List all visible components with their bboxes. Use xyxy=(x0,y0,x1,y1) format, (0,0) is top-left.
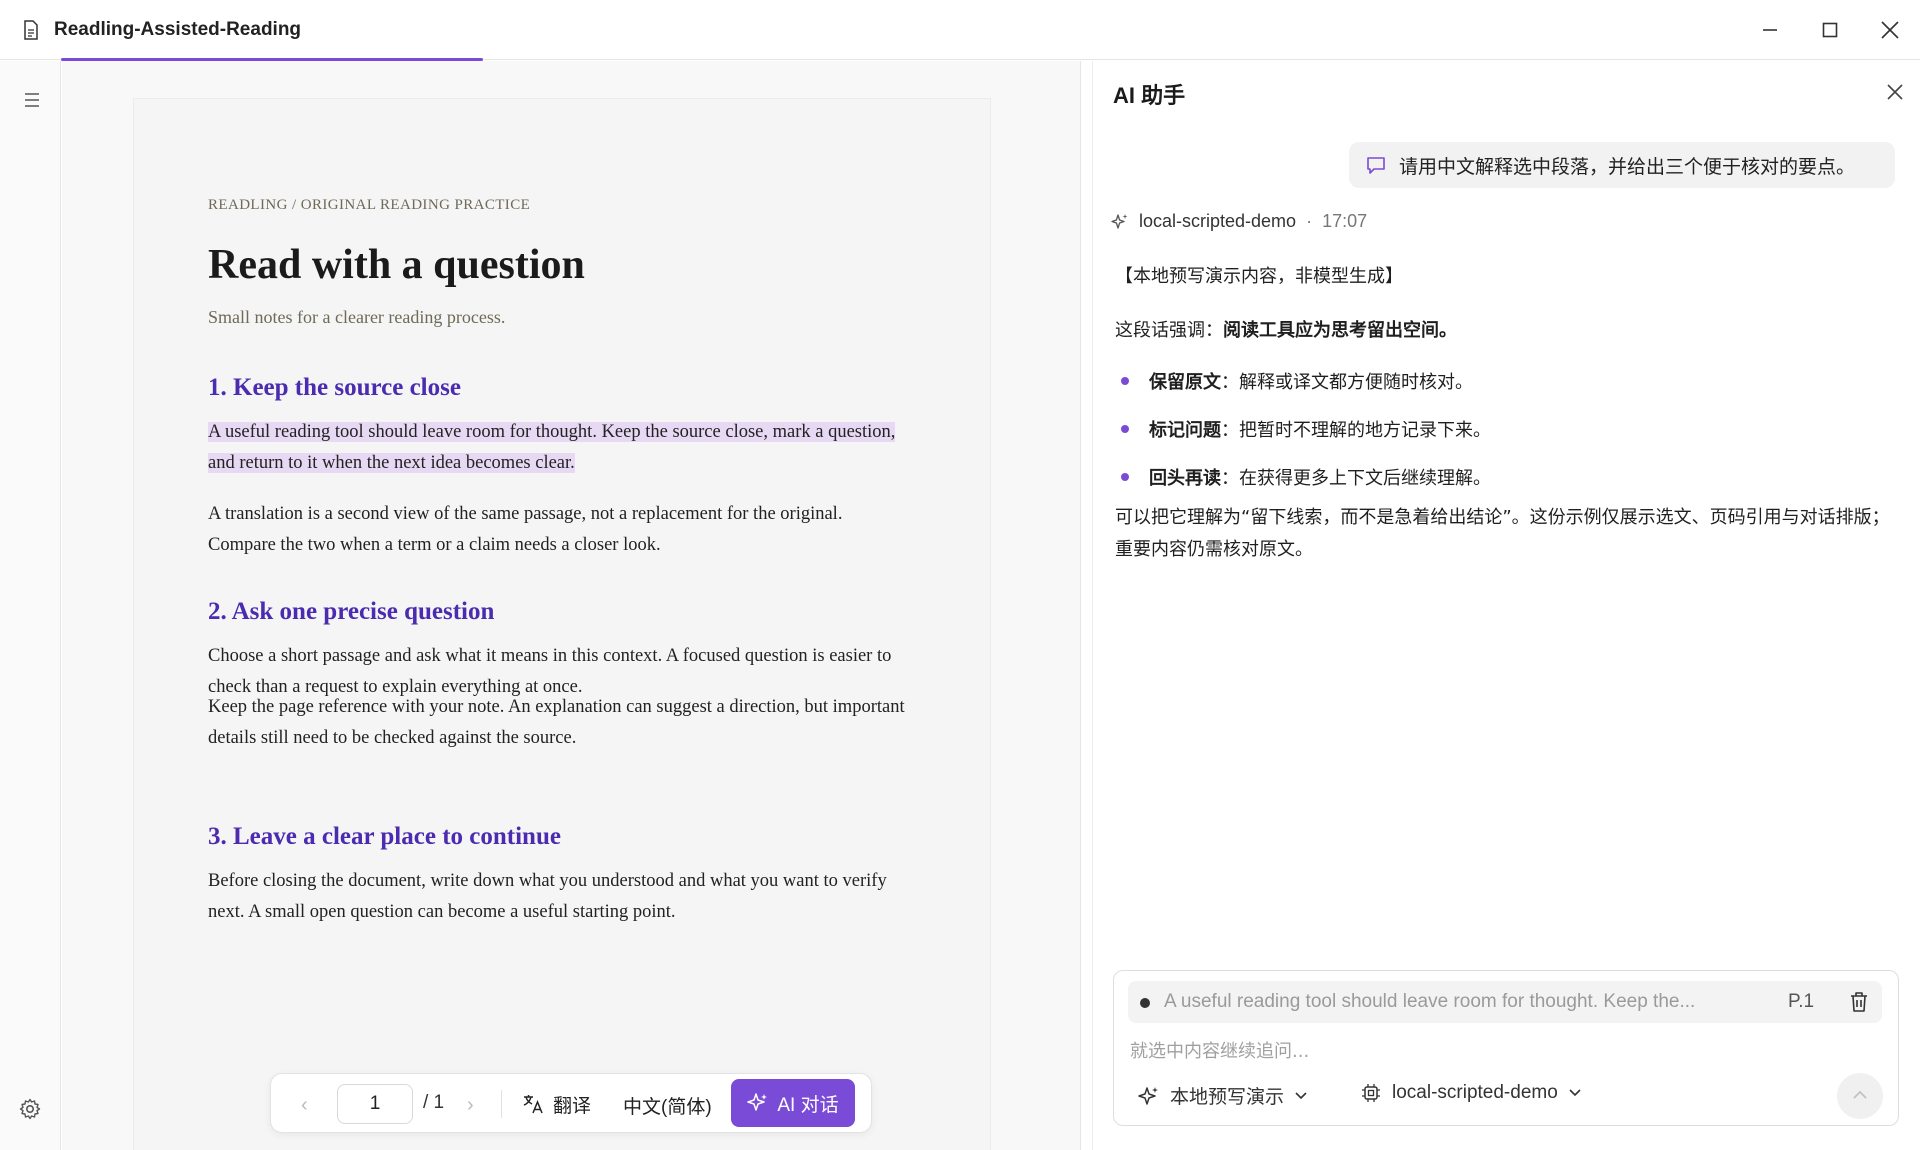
send-button[interactable] xyxy=(1837,1073,1883,1119)
bullet-term: 保留原文 xyxy=(1149,372,1221,393)
reply-bullet: 回头再读 ：在获得更多上下文后继续理解。 xyxy=(1121,464,1821,490)
page-total: / 1 xyxy=(423,1092,445,1113)
section-2-paragraph-2: Keep the page reference with your note. … xyxy=(208,697,905,748)
section-heading-2: 2. Ask one precise question xyxy=(208,598,495,625)
outline-menu-icon[interactable] xyxy=(20,88,44,112)
bullet-text: ：解释或译文都方便随时核对。 xyxy=(1221,372,1473,393)
quote-dot xyxy=(1140,998,1150,1008)
minimize-icon xyxy=(1763,29,1777,31)
model-label: local-scripted-demo xyxy=(1392,1082,1558,1103)
chevron-down-icon xyxy=(1569,1089,1581,1097)
prev-page-chevron-icon[interactable]: ‹ xyxy=(301,1094,308,1117)
sparkle-icon xyxy=(1138,1086,1158,1105)
chip-icon xyxy=(1362,1084,1380,1102)
quoted-text: A useful reading tool should leave room … xyxy=(1164,991,1696,1012)
reply-bullet: 标记问题 ：把暂时不理解的地方记录下来。 xyxy=(1121,416,1821,442)
reply-meta: local-scripted-demo · 17:07 xyxy=(1111,211,1367,232)
close-panel-icon[interactable] xyxy=(1884,81,1906,103)
next-page-chevron-icon[interactable]: › xyxy=(467,1094,474,1117)
reply-timestamp: 17:07 xyxy=(1322,211,1368,231)
bullet-text: ：在获得更多上下文后继续理解。 xyxy=(1221,468,1491,489)
bullet-term: 标记问题 xyxy=(1149,420,1221,441)
document-page: READLING / ORIGINAL READING PRACTICE Rea… xyxy=(134,99,990,1150)
reader-toolbar: ‹ 1 / 1 › 翻译 中文(简体) AI 对话 xyxy=(270,1073,872,1133)
message-composer: A useful reading tool should leave room … xyxy=(1113,970,1899,1126)
sparkle-icon xyxy=(1111,213,1128,229)
translate-label: 翻译 xyxy=(553,1095,592,1117)
followup-input[interactable]: 就选中内容继续追问... xyxy=(1130,1037,1309,1063)
arrow-up-icon xyxy=(1853,1090,1867,1099)
trash-icon[interactable] xyxy=(1848,990,1870,1014)
quoted-selection-chip: A useful reading tool should leave room … xyxy=(1128,981,1882,1023)
chevron-down-icon xyxy=(1295,1091,1307,1099)
page-number-input[interactable]: 1 xyxy=(337,1084,413,1124)
close-icon xyxy=(1881,21,1899,39)
document-title: Read with a question xyxy=(208,242,585,288)
mode-label: 本地预写演示 xyxy=(1170,1086,1285,1108)
reply-lead: 这段话强调：阅读工具应为思考留出空间。 xyxy=(1115,316,1457,342)
reply-bullet: 保留原文 ：解释或译文都方便随时核对。 xyxy=(1121,368,1821,394)
bullet-term: 回头再读 xyxy=(1149,468,1221,489)
ai-assistant-panel: AI 助手 请用中文解释选中段落，并给出三个便于核对的要点。 local-scr… xyxy=(1092,61,1920,1150)
document-kicker: READLING / ORIGINAL READING PRACTICE xyxy=(208,197,531,213)
user-message-bubble: 请用中文解释选中段落，并给出三个便于核对的要点。 xyxy=(1349,142,1895,188)
window-title: Readling-Assisted-Reading xyxy=(54,19,302,40)
sparkle-icon xyxy=(747,1093,768,1111)
language-selector[interactable]: 中文(简体) xyxy=(623,1092,712,1119)
selected-text-highlight[interactable]: A useful reading tool should leave room … xyxy=(208,422,896,473)
quote-page-reference: P.1 xyxy=(1788,991,1815,1012)
translate-button[interactable]: 翻译 xyxy=(521,1090,591,1118)
reply-model-name: local-scripted-demo xyxy=(1139,211,1297,231)
bullet-dot xyxy=(1121,377,1129,385)
reply-summary: 可以把它理解为“留下线索，而不是急着给出结论”。这份示例仅展示选文、页码引用与对… xyxy=(1115,507,1890,560)
document-icon xyxy=(24,20,38,40)
left-rail xyxy=(0,61,61,1150)
close-window-button[interactable] xyxy=(1874,14,1906,46)
section-3-paragraph-1: Before closing the document, write down … xyxy=(208,871,887,922)
panel-divider[interactable] xyxy=(1080,61,1081,1150)
panel-title: AI 助手 xyxy=(1113,83,1186,108)
mode-selector[interactable]: 本地预写演示 xyxy=(1138,1082,1308,1109)
bullet-text: ：把暂时不理解的地方记录下来。 xyxy=(1221,420,1491,441)
toolbar-divider xyxy=(501,1090,502,1118)
bullet-dot xyxy=(1121,473,1129,481)
settings-gear-icon[interactable] xyxy=(18,1097,42,1121)
ai-chat-label: AI 对话 xyxy=(777,1094,839,1116)
user-message-text: 请用中文解释选中段落，并给出三个便于核对的要点。 xyxy=(1399,155,1856,178)
model-selector[interactable]: local-scripted-demo xyxy=(1360,1082,1582,1104)
title-bar: Readling-Assisted-Reading xyxy=(0,0,1920,61)
section-1-paragraph-1[interactable]: A useful reading tool should leave room … xyxy=(208,417,908,479)
translate-icon xyxy=(523,1095,543,1114)
chat-bubble-icon xyxy=(1367,157,1385,174)
section-heading-1: 1. Keep the source close xyxy=(208,374,461,401)
reply-lead-emphasis: 阅读工具应为思考留出空间。 xyxy=(1223,320,1457,341)
minimize-button[interactable] xyxy=(1754,14,1786,46)
reply-separator: · xyxy=(1306,211,1313,231)
document-viewer[interactable]: READLING / ORIGINAL READING PRACTICE Rea… xyxy=(62,61,1137,1150)
section-1-paragraph-2: A translation is a second view of the sa… xyxy=(208,504,843,555)
bullet-dot xyxy=(1121,425,1129,433)
ai-chat-button[interactable]: AI 对话 xyxy=(731,1079,855,1127)
maximize-icon xyxy=(1822,22,1838,38)
document-subtitle: Small notes for a clearer reading proces… xyxy=(208,307,506,327)
maximize-button[interactable] xyxy=(1814,14,1846,46)
reply-lead-text: 这段话强调： xyxy=(1115,320,1223,341)
section-heading-3: 3. Leave a clear place to continue xyxy=(208,823,561,850)
reply-notice: 【本地预写演示内容，非模型生成】 xyxy=(1115,266,1403,287)
